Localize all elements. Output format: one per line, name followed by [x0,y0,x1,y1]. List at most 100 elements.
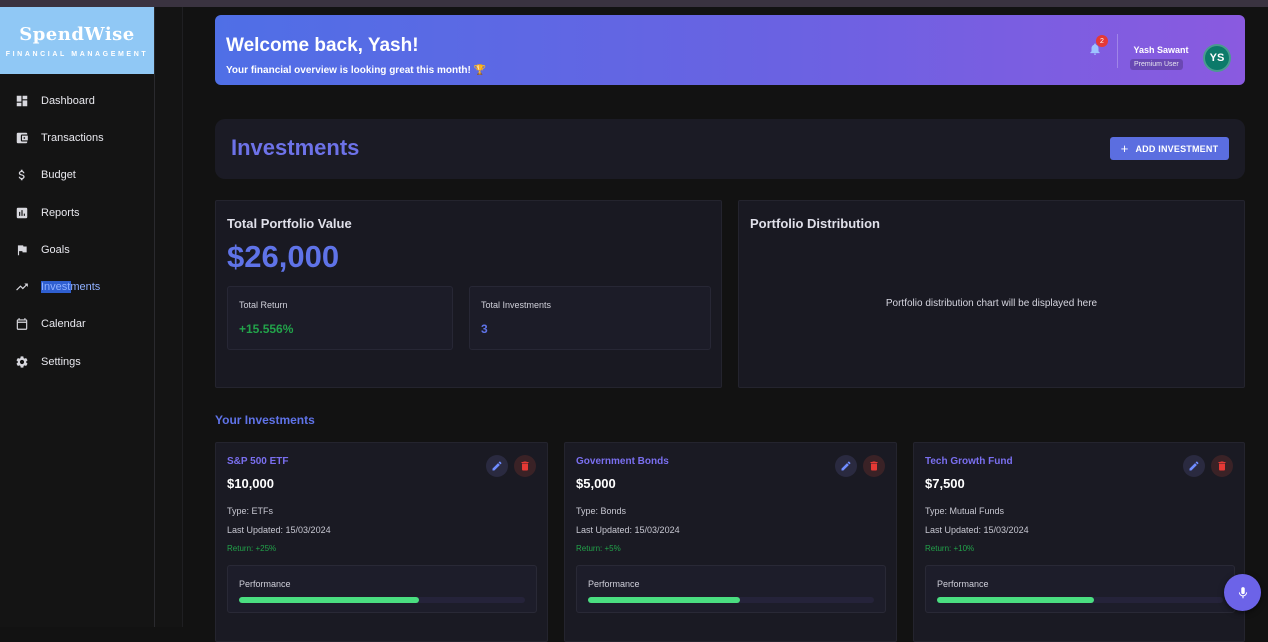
sidebar-item-label: Investments [41,281,101,294]
pencil-icon [1189,461,1199,471]
investment-type: Type: Mutual Funds [925,506,1005,516]
investment-updated: Last Updated: 15/03/2024 [576,525,680,535]
brand-logo[interactable]: SpendWise FINANCIAL MANAGEMENT [0,7,154,74]
pencil-icon [492,461,502,471]
gear-icon [15,355,29,369]
notification-badge: 2 [1096,35,1108,47]
investment-amount: $7,500 [925,476,965,491]
sidebar-item-dashboard[interactable]: Dashboard [0,82,154,119]
sidebar-item-transactions[interactable]: Transactions [0,119,154,156]
total-return-label: Total Return [239,300,288,310]
investment-updated: Last Updated: 15/03/2024 [925,525,1029,535]
trash-icon [1218,461,1226,471]
add-investment-button[interactable]: + ADD INVESTMENT [1110,137,1229,160]
sidebar-item-calendar[interactable]: Calendar [0,306,154,343]
window-top-strip [0,0,1268,7]
sidebar-item-label: Calendar [41,318,86,331]
sidebar-item-label: Transactions [41,131,104,144]
dollar-icon [15,168,29,182]
trash-icon [870,461,878,471]
sidebar-item-budget[interactable]: Budget [0,157,154,194]
sidebar-item-goals[interactable]: Goals [0,231,154,268]
portfolio-value-title: Total Portfolio Value [227,216,352,231]
welcome-title: Welcome back, Yash! [226,35,419,56]
edit-button[interactable] [1183,455,1205,477]
bar-chart-icon [15,206,29,220]
performance-label: Performance [588,579,640,589]
sidebar-item-label: Settings [41,355,81,368]
edit-button[interactable] [486,455,508,477]
calendar-icon [15,317,29,331]
investment-return: Return: +5% [576,544,621,553]
investment-amount: $10,000 [227,476,274,491]
sidebar-nav: Dashboard Transactions Budget Reports Go… [0,82,154,380]
delete-button[interactable] [514,455,536,477]
portfolio-distribution-card: Portfolio Distribution Portfolio distrib… [738,200,1245,388]
performance-panel: Performance [227,565,537,613]
sidebar-gutter [155,7,183,627]
add-investment-label: ADD INVESTMENT [1135,143,1219,154]
portfolio-distribution-title: Portfolio Distribution [750,216,880,231]
page-title: Investments [231,135,360,160]
brand-name: SpendWise [19,23,135,45]
performance-label: Performance [937,579,989,589]
total-investments-label: Total Investments [481,300,552,310]
total-investments-value: 3 [481,322,488,336]
investment-name: Tech Growth Fund [925,456,1013,467]
sidebar-item-investments[interactable]: Investments [0,268,154,305]
wallet-icon [15,131,29,145]
voice-assistant-button[interactable] [1224,574,1261,611]
sidebar-item-reports[interactable]: Reports [0,194,154,231]
trash-icon [521,461,529,471]
investment-type: Type: ETFs [227,506,274,516]
investment-return: Return: +25% [227,544,277,553]
performance-bar-fill [239,597,420,603]
performance-bar-fill [937,597,1095,603]
investment-name: Government Bonds [576,456,669,467]
portfolio-value-card: Total Portfolio Value $26,000 Total Retu… [215,200,722,388]
investment-name: S&P 500 ETF [227,456,289,467]
delete-button[interactable] [863,455,885,477]
performance-bar [239,597,525,603]
delete-button[interactable] [1211,455,1233,477]
flag-icon [15,243,29,257]
performance-bar [937,597,1223,603]
page-header: Investments + ADD INVESTMENT [215,119,1245,179]
sidebar-item-label: Goals [41,243,70,256]
pencil-icon [841,461,851,471]
investment-card: Tech Growth Fund $7,500 Type: Mutual Fun… [913,442,1245,642]
distribution-placeholder: Portfolio distribution chart will be dis… [885,298,1098,309]
investment-type: Type: Bonds [576,506,627,516]
microphone-icon [1238,586,1247,598]
main-content: Welcome back, Yash! Your financial overv… [183,7,1268,642]
investment-return: Return: +10% [925,544,975,553]
investment-card: Government Bonds $5,000 Type: Bonds Last… [564,442,897,642]
sidebar-item-label: Dashboard [41,94,95,107]
plus-icon: + [1120,141,1129,156]
trending-up-icon [15,280,29,294]
performance-bar [588,597,874,603]
performance-panel: Performance [576,565,886,613]
performance-bar-fill [588,597,740,603]
welcome-subtitle: Your financial overview is looking great… [226,65,487,76]
avatar[interactable]: YS [1203,44,1231,72]
sidebar-item-settings[interactable]: Settings [0,343,154,380]
welcome-banner: Welcome back, Yash! Your financial overv… [215,15,1245,85]
total-investments-stat: Total Investments 3 [469,286,711,350]
investment-amount: $5,000 [576,476,616,491]
edit-button[interactable] [835,455,857,477]
portfolio-value: $26,000 [227,239,340,274]
performance-label: Performance [239,579,291,589]
sidebar-item-label: Reports [41,206,80,219]
investment-card: S&P 500 ETF $10,000 Type: ETFs Last Upda… [215,442,548,642]
investments-section-title: Your Investments [215,413,315,427]
performance-panel: Performance [925,565,1235,613]
sidebar-item-label: Budget [41,169,76,182]
user-role-badge: Premium User [1130,59,1183,70]
brand-subtitle: FINANCIAL MANAGEMENT [5,50,149,58]
user-name: Yash Sawant [1133,45,1189,55]
dashboard-icon [15,94,29,108]
total-return-value: +15.556% [239,322,294,336]
sidebar: SpendWise FINANCIAL MANAGEMENT Dashboard… [0,7,155,627]
total-return-stat: Total Return +15.556% [227,286,453,350]
